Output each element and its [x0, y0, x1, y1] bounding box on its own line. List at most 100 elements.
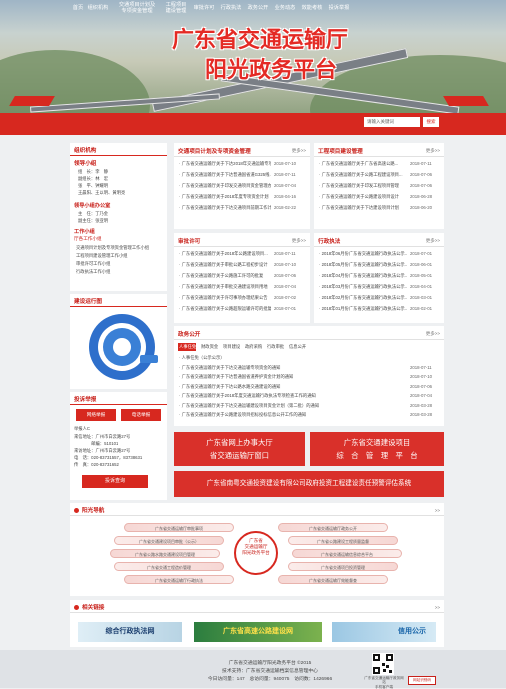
flow-pill[interactable]: 广东省交通运输厅政务公开: [278, 523, 388, 532]
flow-pill[interactable]: 广东省公路水路交通建设项目管理: [110, 549, 220, 558]
flow-pill[interactable]: 广东省交通运输厅行政执法: [124, 575, 234, 584]
list-item[interactable]: · 广东省交通运输厅关于印发工程项目管理: [319, 183, 407, 189]
tab-1[interactable]: 财政资金: [201, 344, 218, 350]
phone-report-button[interactable]: 电话举报: [121, 409, 161, 421]
more-link[interactable]: 更多>>: [426, 238, 440, 244]
list-item[interactable]: · 2018年05月份广东省交通运输行政执法公示...: [319, 262, 407, 268]
flow-pill[interactable]: 广东省交通运输厅效能督查: [278, 575, 388, 584]
list-item-date: 2018-07-04: [274, 183, 296, 188]
nav-item-news[interactable]: 业务动态: [273, 0, 297, 22]
list-item[interactable]: · 2018年02月份广东省交通运输行政执法公示...: [319, 295, 407, 301]
list-item-date: 2018-07-11: [410, 364, 432, 370]
search-button[interactable]: 搜索: [423, 117, 439, 127]
list-item[interactable]: · 广东省交通运输厅关于2018年度专项资金计划: [179, 194, 271, 200]
tab-3[interactable]: 政府采购: [245, 344, 262, 350]
list-item-date: 2018-07-06: [410, 383, 432, 389]
office-row: 副主任：张亚明: [78, 218, 108, 224]
tab-2[interactable]: 项目建设: [223, 344, 240, 350]
complaint-query-button[interactable]: 投诉查询: [82, 475, 148, 488]
list-item[interactable]: · 2018年04月份广东省交通运输行政执法公示...: [319, 273, 407, 279]
list-item[interactable]: · 广东省交通运输厅关于公路建设项目设计: [319, 194, 407, 200]
list-item[interactable]: · 广东省交通运输厅关于审批交通建设项目用地: [179, 284, 271, 290]
list-item-date: 2018-02-01: [410, 306, 432, 311]
warning-system-link[interactable]: 广东省南粤交通投资建设有限公司政府投资工程建设责任预警评估系统: [174, 471, 444, 497]
nav-item-public[interactable]: 政务公开: [246, 0, 270, 22]
group-item[interactable]: 工程项目建设管理工作小组: [76, 253, 164, 259]
tab-5[interactable]: 信息公开: [289, 344, 306, 350]
list-item-date: 2018-04-16: [274, 194, 296, 199]
link-banner-enforcement[interactable]: 综合行政执法网: [78, 622, 182, 642]
group-item[interactable]: 行政执法工作小组: [76, 269, 164, 275]
list-item[interactable]: · 广东省交通运输厅关于2018年公路建设项目...: [179, 251, 271, 257]
list-item[interactable]: · 广东省交通运输厅关于下达2018年交通运输专项资金计划的通知: [179, 161, 271, 167]
panel-title: 行政执法: [318, 239, 341, 245]
site-id-badge[interactable]: 网站识别码: [408, 676, 436, 685]
more-link[interactable]: 更多>>: [292, 148, 306, 154]
nav-item-project-plan[interactable]: 交通项目计划及 专项资金管理: [113, 0, 161, 22]
flow-pill[interactable]: 广东省交通运输信息综合平台: [292, 549, 402, 558]
nav-item-org[interactable]: 组织机构: [86, 0, 110, 22]
list-item-date: 2018-06-01: [410, 262, 432, 267]
list-item[interactable]: · 广东省交通运输厅关于公路施工许可的批复: [179, 273, 271, 279]
list-item[interactable]: · 广东省交通运输厅关于下达普通国省道养护资金计划的通知: [179, 374, 407, 380]
office-names: 张亚明: [95, 218, 109, 223]
list-item[interactable]: · 广东省交通运输厅关于公路建设项目招标投标信息公开工作的通知: [179, 412, 407, 418]
list-item[interactable]: · 广东省交通运输厅关于公路超限运输许可的批复: [179, 306, 271, 312]
panel-enforcement: 行政执法 更多>> · 2018年06月份广东省交通运输行政执法公示... 201…: [314, 233, 444, 323]
list-item[interactable]: · 广东省交通运输厅关于审批公路工程初步设计: [179, 262, 271, 268]
tab-4[interactable]: 行政审批: [267, 344, 284, 350]
tab-0[interactable]: 人事任免: [179, 344, 196, 350]
links-panel: 相关链接 >> 综合行政执法网 广东省高速公路建设网 信用公示: [70, 600, 444, 647]
more-link[interactable]: 更多>>: [426, 331, 440, 337]
more-link[interactable]: 更多>>: [426, 148, 440, 154]
construction-platform-link[interactable]: 广东省交通建设项目 综 合 管 理 平 台: [310, 432, 444, 466]
complaint-panel: 投诉举报 网络举报 电话举报 举报人C 来信地址：广州市白云路27号 邮编：51…: [70, 392, 167, 500]
list-item[interactable]: · 广东省交通运输厅关于下达交通项目前期工作计划: [179, 205, 271, 211]
list-item-date: 2018-03-28: [410, 412, 432, 417]
nav-item-approval[interactable]: 审批许可: [192, 0, 216, 22]
list-item[interactable]: · 广东省交通运输厅关于2018年度交通运输行政执法专项检查工作的通知: [179, 393, 407, 399]
list-item[interactable]: · 广东省交通运输厅关于下达建设项目计划: [319, 205, 407, 211]
list-item[interactable]: · 2018年01月份广东省交通运输行政执法公示...: [319, 306, 407, 312]
complaint-title: 投诉举报: [74, 397, 97, 403]
list-item[interactable]: · 广东省交通运输厅关于下达公路水路交通建设的通知: [179, 384, 407, 390]
list-item[interactable]: · 2018年06月份广东省交通运输行政执法公示...: [319, 251, 407, 257]
nav-item-construction[interactable]: 工程项目 建设管理: [163, 0, 189, 22]
list-item[interactable]: · 广东省交通运输厅关于下达普通国省道G325线...: [179, 172, 271, 178]
more-link[interactable]: 更多>>: [292, 238, 306, 244]
list-item[interactable]: · 2018年03月份广东省交通运输行政执法公示...: [319, 284, 407, 290]
flow-pill[interactable]: 广东省交通建设项目审批（公示）: [114, 536, 224, 545]
list-item[interactable]: · 广东省交通运输厅关于许可事项办理结果公告: [179, 295, 271, 301]
expand-icon[interactable]: >>: [435, 605, 440, 610]
list-item-date: 2018-03-28: [410, 402, 432, 408]
list-item[interactable]: · 广东省交通运输厅关于下达交通运输建设项目资金计划（第二批）的通知: [179, 403, 407, 409]
list-item[interactable]: · 广东省交通运输厅关于公路工程建设项目...: [319, 172, 407, 178]
flow-pill[interactable]: 广东省交通运输厅审批事项: [124, 523, 234, 532]
flow-pill[interactable]: 广东省交通项目投资管理: [288, 562, 398, 571]
flow-pill[interactable]: 广东省公路建设工程质量监督: [288, 536, 398, 545]
qr-caption: 广东省交通运输厅政务网站 手机客户端: [364, 676, 404, 689]
list-item-date: 2018-07-01: [410, 251, 432, 256]
group-item[interactable]: 审批许可工作小组: [76, 261, 164, 267]
nav-item-complaints[interactable]: 投诉举报: [327, 0, 351, 22]
nav-item-enforcement[interactable]: 行政执法: [219, 0, 243, 22]
nav-item-performance[interactable]: 效能考核: [300, 0, 324, 22]
flow-pill[interactable]: 广东省交通工程造价管理: [114, 562, 224, 571]
online-report-button[interactable]: 网络举报: [76, 409, 116, 421]
search-input[interactable]: 请输入关键词: [364, 117, 420, 127]
leader-role: 组 长：: [78, 169, 96, 174]
leader-row: 张 平、钟耀明: [78, 183, 108, 189]
list-item[interactable]: · 人事任免（公示公示）: [179, 355, 407, 361]
list-item[interactable]: · 广东省交通运输厅关于广东省高速公路...: [319, 161, 407, 167]
flow-panel: 阳光导航 >> 广东省交通运输厅审批事项 广东省交通建设项目审批（公示） 广东省公路…: [70, 503, 444, 596]
operation-diagram: [89, 314, 158, 380]
group-item[interactable]: 交通项目计划及专项资金管理工作小组: [76, 245, 164, 251]
link-banner-highway[interactable]: 广东省高速公路建设网: [194, 622, 322, 642]
list-item[interactable]: · 广东省交通运输厅关于下达交通运输专项资金的通知: [179, 365, 407, 371]
footer-support: 技术支持：广东省交通运输档案信息管理中心: [222, 669, 318, 674]
nav-item-home[interactable]: 首页: [72, 0, 84, 22]
online-office-link[interactable]: 广东省网上办事大厅 省交通运输厅窗口: [174, 432, 305, 466]
link-banner-credit[interactable]: 信用公示: [332, 622, 436, 642]
expand-icon[interactable]: >>: [435, 508, 440, 513]
list-item[interactable]: · 广东省交通运输厅关于印发交通项目资金管理办法: [179, 183, 271, 189]
